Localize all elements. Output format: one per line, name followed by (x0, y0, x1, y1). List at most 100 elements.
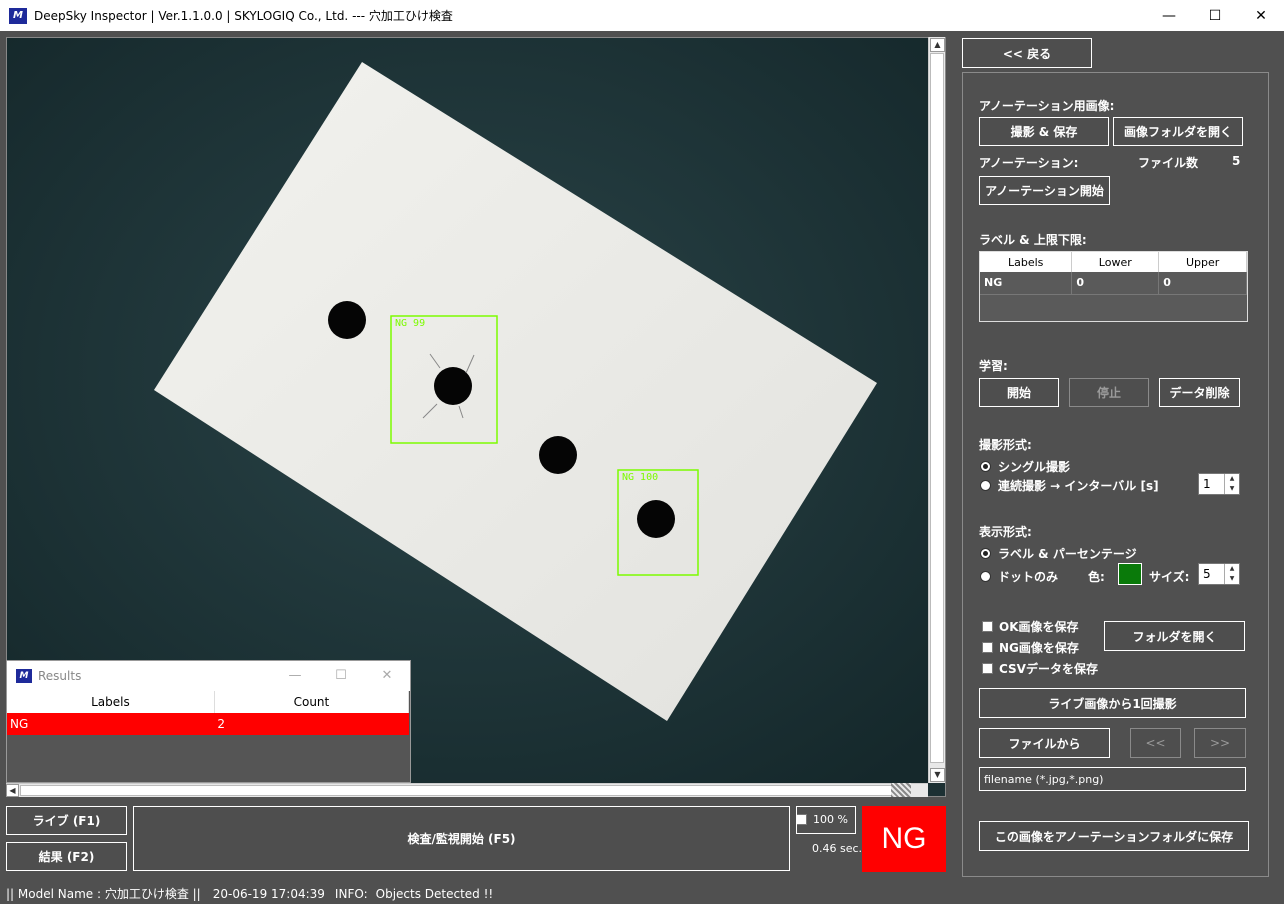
column-header: Count (214, 691, 410, 713)
radio-icon[interactable] (980, 480, 991, 491)
checkbox-icon[interactable] (982, 663, 993, 674)
label-percentage-label: ラベル & パーセンテージ (998, 547, 1137, 561)
save-ng-label: NG画像を保存 (999, 641, 1079, 655)
capture-save-button[interactable]: 撮影 & 保存 (979, 117, 1109, 146)
prev-image-button[interactable]: << (1130, 728, 1181, 758)
filename-field[interactable]: filename (*.jpg,*.png) (979, 767, 1246, 791)
radio-selected-icon[interactable] (980, 548, 991, 559)
vertical-scrollbar[interactable]: ▲ ▼ (928, 37, 945, 783)
checkbox-icon[interactable] (982, 642, 993, 653)
from-file-button[interactable]: ファイルから (979, 728, 1110, 758)
maximize-button[interactable]: ☐ (1192, 0, 1238, 31)
table-row[interactable]: NG 2 (7, 713, 409, 735)
stepper-down-icon[interactable]: ▼ (1225, 574, 1239, 584)
learning-heading: 学習: (979, 359, 1008, 373)
capture-once-button[interactable]: ライブ画像から1回撮影 (979, 688, 1246, 718)
scroll-thumb[interactable] (20, 785, 894, 796)
file-count-label: ファイル数 (1138, 156, 1199, 170)
row-label: NG (7, 713, 215, 735)
save-ok-checkbox[interactable]: OK画像を保存 (982, 618, 1079, 635)
learning-stop-button[interactable]: 停止 (1069, 378, 1149, 407)
results-table: Labels Count NG 2 (7, 691, 410, 735)
table-row[interactable]: NG 0 0 (980, 272, 1247, 295)
open-image-folder-button[interactable]: 画像フォルダを開く (1113, 117, 1243, 146)
stepper-up-icon[interactable]: ▲ (1225, 564, 1239, 574)
status-timestamp: 20-06-19 17:04:39 (212, 886, 325, 901)
stepper-down-icon[interactable]: ▼ (1225, 484, 1239, 494)
inspect-start-button[interactable]: 検査/監視開始 (F5) (133, 806, 790, 871)
scroll-left-icon[interactable]: ◀ (6, 784, 19, 797)
annotation-heading: アノーテーション: (979, 156, 1079, 170)
save-ok-label: OK画像を保存 (999, 620, 1079, 634)
checkbox-icon[interactable] (982, 621, 993, 632)
display-mode-heading: 表示形式: (979, 525, 1032, 539)
save-csv-checkbox[interactable]: CSVデータを保存 (982, 660, 1098, 677)
scroll-down-icon[interactable]: ▼ (930, 768, 945, 782)
color-swatch[interactable] (1118, 563, 1142, 585)
next-image-button[interactable]: >> (1194, 728, 1246, 758)
info-text: Objects Detected !! (375, 886, 494, 901)
results-title-bar: M Results — ☐ ✕ (7, 661, 410, 691)
save-ng-checkbox[interactable]: NG画像を保存 (982, 639, 1079, 656)
close-button[interactable]: ✕ (1238, 0, 1284, 31)
model-name: || Model Name : 穴加工ひけ検査 || (6, 887, 201, 901)
info-label: INFO: (334, 886, 368, 901)
scroll-up-icon[interactable]: ▲ (930, 38, 945, 52)
dot-only-label: ドットのみ (998, 570, 1059, 584)
open-folder-button[interactable]: フォルダを開く (1104, 621, 1245, 651)
column-header: Upper (1158, 252, 1247, 272)
judgement-badge: NG (862, 806, 946, 872)
continuous-capture-radio[interactable]: 連続撮影 → インターバル [s] (980, 477, 1159, 494)
label-percentage-radio[interactable]: ラベル & パーセンテージ (980, 545, 1137, 562)
live-button[interactable]: ライブ (F1) (6, 806, 127, 835)
close-button[interactable]: ✕ (364, 661, 410, 691)
limit-lower[interactable]: 0 (1071, 272, 1160, 295)
annotation-start-button[interactable]: アノーテーション開始 (979, 176, 1110, 205)
elapsed-time: 0.46 sec. (812, 842, 863, 855)
file-count-value: 5 (1232, 154, 1241, 168)
horizontal-scrollbar[interactable]: ◀ (6, 783, 928, 797)
column-header: Labels (980, 252, 1073, 272)
label-limits-heading: ラベル & 上限下限: (979, 233, 1087, 247)
status-bar: || Model Name : 穴加工ひけ検査 || 20-06-19 17:0… (0, 883, 1284, 904)
single-capture-label: シングル撮影 (998, 460, 1071, 474)
detection-label: NG 100 (622, 472, 658, 483)
stepper-up-icon[interactable]: ▲ (1225, 474, 1239, 484)
maximize-button[interactable]: ☐ (318, 661, 364, 691)
result-button[interactable]: 結果 (F2) (6, 842, 127, 871)
app-logo-icon: M (16, 669, 32, 683)
scroll-thumb[interactable] (930, 53, 944, 763)
annotation-image-heading: アノーテーション用画像: (979, 99, 1115, 113)
column-header: Lower (1071, 252, 1160, 272)
learning-start-button[interactable]: 開始 (979, 378, 1059, 407)
back-button[interactable]: << 戻る (962, 38, 1092, 68)
delete-data-button[interactable]: データ削除 (1159, 378, 1240, 407)
minimize-button[interactable]: — (1146, 0, 1192, 31)
size-label: サイズ: (1149, 570, 1190, 584)
save-to-annotation-button[interactable]: この画像をアノーテーションフォルダに保存 (979, 821, 1249, 851)
results-window: M Results — ☐ ✕ Labels Count NG 2 (6, 660, 411, 783)
interval-stepper[interactable]: 1 ▲ ▼ (1198, 473, 1240, 495)
color-label: 色: (1088, 570, 1105, 584)
row-count: 2 (214, 713, 409, 735)
radio-selected-icon[interactable] (980, 461, 991, 472)
single-capture-radio[interactable]: シングル撮影 (980, 458, 1070, 475)
limit-upper[interactable]: 0 (1158, 272, 1247, 295)
window-title: DeepSky Inspector | Ver.1.1.0.0 | SKYLOG… (34, 9, 453, 23)
save-csv-label: CSVデータを保存 (999, 662, 1098, 676)
dot-only-radio[interactable]: ドットのみ (980, 568, 1058, 585)
hole (539, 436, 577, 474)
continuous-capture-label: 連続撮影 → インターバル [s] (998, 479, 1159, 493)
size-stepper[interactable]: 5 ▲ ▼ (1198, 563, 1240, 585)
column-header: Labels (7, 691, 215, 713)
resize-grip[interactable] (891, 783, 911, 797)
radio-icon[interactable] (980, 571, 991, 582)
limit-label[interactable]: NG (980, 272, 1073, 295)
label-limits-table[interactable]: Labels Lower Upper NG 0 0 (979, 251, 1248, 322)
app-logo-icon: M (9, 7, 27, 24)
minimize-button[interactable]: — (272, 661, 318, 691)
hole (328, 301, 366, 339)
title-bar: M DeepSky Inspector | Ver.1.1.0.0 | SKYL… (0, 0, 1284, 31)
detection-label: NG 99 (395, 318, 425, 329)
capture-mode-heading: 撮影形式: (979, 438, 1032, 452)
